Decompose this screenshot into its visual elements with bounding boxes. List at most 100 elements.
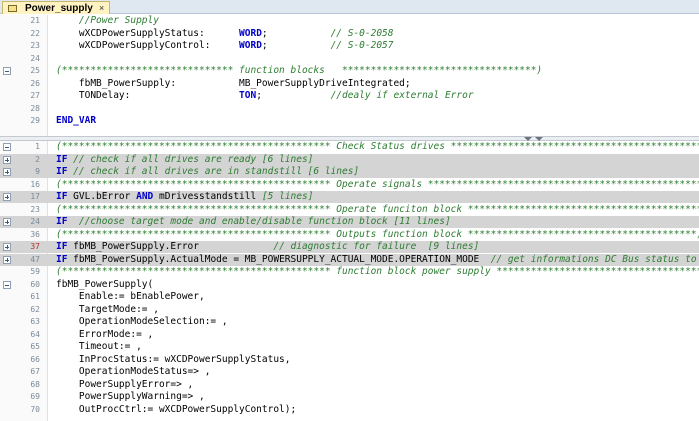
code-token: //choose target mode and enable/disable …	[67, 216, 451, 227]
line-number: 17	[30, 192, 40, 201]
code-token: ;	[261, 27, 331, 39]
code-token: IF	[56, 253, 68, 265]
line-number: 9	[35, 167, 40, 176]
code-token: AND	[136, 191, 154, 202]
code-text: IF GVL.bError AND mDrivesstandstill [5 l…	[56, 191, 313, 203]
code-text: PowerSupplyError=> ,	[56, 379, 193, 391]
code-line[interactable]: 47 IF fbMB_PowerSupply.ActualMode = MB_PO…	[0, 253, 699, 266]
line-number: 2	[35, 154, 40, 164]
code-line[interactable]: 37 IF fbMB_PowerSupply.Error // diagnosti…	[0, 241, 699, 253]
code-token: IF	[56, 153, 68, 165]
line-number: 1	[35, 142, 40, 151]
code-line[interactable]: 60 fbMB_PowerSupply(	[0, 279, 699, 291]
code-token: PowerSupplyError=> ,	[56, 378, 194, 390]
code-token: fbMB_PowerSupply: MB_PowerSupplyDriveInt…	[56, 77, 411, 89]
code-line[interactable]: 61 Enable:= bEnablePower,	[0, 291, 699, 303]
fold-plus-icon[interactable]	[3, 243, 11, 251]
line-number: 26	[30, 78, 40, 88]
code-line[interactable]: 67 OperationModeStatus=> ,	[0, 366, 699, 378]
code-token: PowerSupplyWarning=> ,	[56, 391, 205, 402]
line-number: 59	[30, 267, 40, 276]
code-line[interactable]: 24	[0, 53, 699, 65]
fold-plus-icon[interactable]	[3, 255, 11, 264]
code-token: ;	[256, 90, 331, 101]
code-token: fbMB_PowerSupply.Error	[67, 241, 274, 252]
code-text: OperationModeSelection:= ,	[56, 316, 228, 328]
code-line[interactable]: 59 (*************************************…	[0, 266, 699, 278]
line-number: 23	[30, 41, 40, 50]
line-number: 60	[30, 279, 40, 289]
code-line[interactable]: 17 IF GVL.bError AND mDrivesstandstill [5…	[0, 191, 699, 203]
code-token: mDrivesstandstill	[153, 191, 262, 202]
code-line[interactable]: 9 IF // check if all drives are in stands…	[0, 166, 699, 178]
line-number: 27	[30, 91, 40, 100]
code-line[interactable]: 22 wXCDPowerSupplyStatus: WORD; // S-0-2…	[0, 28, 699, 40]
code-token: //dealy if external Error	[330, 90, 474, 101]
line-number: 24	[30, 217, 40, 226]
code-token: InProcStatus:= wXCDPowerSupplyStatus,	[56, 353, 291, 365]
code-text: (****************************** function…	[56, 65, 542, 77]
code-text: InProcStatus:= wXCDPowerSupplyStatus,	[56, 354, 291, 366]
code-token: OperationModeStatus=> ,	[56, 366, 211, 377]
fold-plus-icon[interactable]	[3, 168, 11, 176]
code-line[interactable]: 68 PowerSupplyError=> ,	[0, 379, 699, 391]
code-line[interactable]: 27 TONDelay: TON; //dealy if external Er…	[0, 90, 699, 102]
code-line[interactable]: 16 (*************************************…	[0, 179, 699, 191]
code-line[interactable]: 66 InProcStatus:= wXCDPowerSupplyStatus,	[0, 354, 699, 366]
code-line[interactable]: 36 (*************************************…	[0, 229, 699, 241]
code-line[interactable]: 25 (****************************** functi…	[0, 65, 699, 77]
code-text: (***************************************…	[56, 179, 699, 191]
fold-minus-icon[interactable]	[3, 67, 11, 75]
line-number: 67	[30, 367, 40, 376]
fold-minus-icon[interactable]	[3, 280, 11, 289]
code-token: OutProcCtrl:= wXCDPowerSupplyControl);	[56, 403, 297, 415]
code-line[interactable]: 24 IF //choose target mode and enable/dis…	[0, 216, 699, 228]
line-number: 36	[30, 229, 40, 239]
code-line[interactable]: 70 OutProcCtrl:= wXCDPowerSupplyControl)…	[0, 404, 699, 416]
code-token: Enable:= bEnablePower,	[56, 291, 205, 302]
code-token: (***************************************…	[56, 266, 699, 277]
code-line[interactable]: 1 (**************************************…	[0, 141, 699, 153]
fold-plus-icon[interactable]	[3, 155, 11, 164]
code-text: END_VAR	[56, 115, 96, 127]
implementation-editor[interactable]: 1 (**************************************…	[0, 141, 699, 421]
code-text: OperationModeStatus=> ,	[56, 366, 211, 378]
code-token: (***************************************…	[56, 228, 699, 240]
line-number: 25	[30, 66, 40, 75]
line-number: 21	[30, 16, 40, 25]
code-token: (***************************************…	[56, 141, 699, 152]
code-line[interactable]: 63 OperationModeSelection:= ,	[0, 316, 699, 328]
code-token: // S-0-2058	[330, 27, 394, 39]
code-line[interactable]: 64 ErrorMode:= ,	[0, 329, 699, 341]
code-line[interactable]: 26 fbMB_PowerSupply: MB_PowerSupplyDrive…	[0, 78, 699, 90]
fold-plus-icon[interactable]	[3, 218, 11, 226]
code-token: GVL.bError	[67, 191, 137, 202]
code-text: wXCDPowerSupplyStatus: WORD; // S-0-2058	[56, 27, 394, 40]
code-text: IF //choose target mode and enable/disab…	[56, 216, 451, 228]
code-line[interactable]: 28	[0, 103, 699, 115]
code-token: TON	[239, 90, 257, 101]
code-text: (***************************************…	[56, 229, 699, 241]
code-text: wXCDPowerSupplyControl: WORD; // S-0-205…	[56, 40, 394, 52]
close-icon[interactable]: ×	[99, 2, 104, 15]
code-line[interactable]: 21 //Power Supply	[0, 15, 699, 27]
code-text: (***************************************…	[56, 204, 699, 216]
code-token: (***************************************…	[56, 178, 699, 190]
code-token: // get informations DC Bus status to the…	[490, 253, 697, 265]
code-text: IF fbMB_PowerSupply.Error // diagnostic …	[56, 241, 479, 253]
code-line[interactable]: 62 TargetMode:= ,	[0, 304, 699, 316]
declaration-editor[interactable]: 21 //Power Supply 22 wXCDPowerSupplyStatu…	[0, 15, 699, 136]
code-line[interactable]: 23 (*************************************…	[0, 204, 699, 216]
tab-power-supply[interactable]: Power_supply ×	[2, 1, 110, 14]
line-number: 63	[30, 317, 40, 326]
fold-minus-icon[interactable]	[3, 143, 11, 151]
code-line[interactable]: 2 IF // check if all drives are ready [6 …	[0, 153, 699, 166]
code-line[interactable]: 29 END_VAR	[0, 115, 699, 127]
fold-plus-icon[interactable]	[3, 193, 11, 201]
code-line[interactable]: 23 wXCDPowerSupplyControl: WORD; // S-0-…	[0, 40, 699, 52]
code-line[interactable]: 69 PowerSupplyWarning=> ,	[0, 391, 699, 403]
code-token: // diagnostic for failure [9 lines]	[273, 241, 480, 252]
line-number: 29	[30, 116, 40, 125]
code-token: OperationModeSelection:= ,	[56, 316, 228, 327]
code-line[interactable]: 65 Timeout:= ,	[0, 341, 699, 353]
